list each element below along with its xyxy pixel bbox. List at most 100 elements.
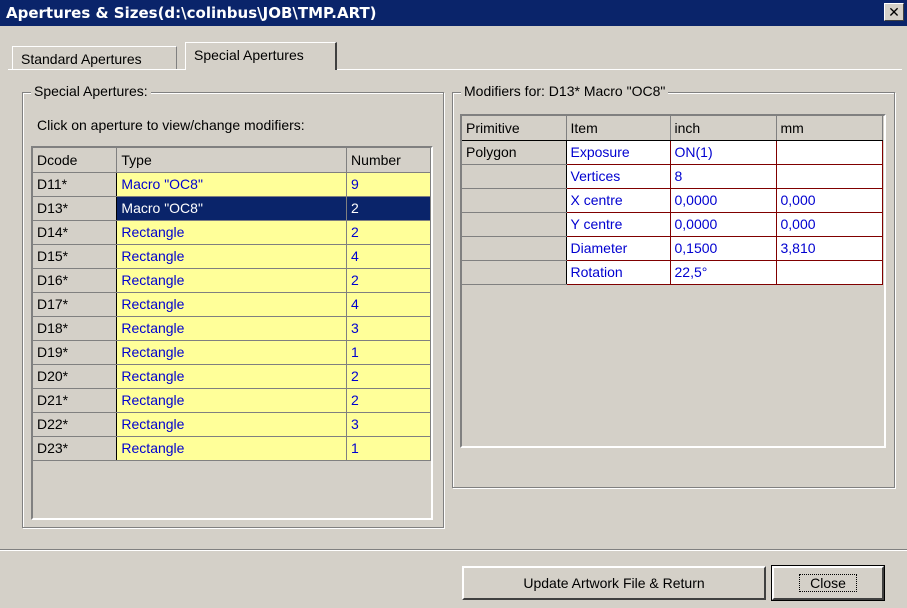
type-cell[interactable]: Rectangle bbox=[116, 340, 348, 365]
type-cell[interactable]: Rectangle bbox=[116, 436, 348, 461]
column-header-dcode[interactable]: Dcode bbox=[33, 148, 118, 173]
type-cell[interactable]: Rectangle bbox=[116, 316, 348, 341]
dcode-cell[interactable]: D18* bbox=[33, 316, 118, 341]
close-button[interactable]: Close bbox=[771, 565, 885, 601]
inch-cell[interactable]: 8 bbox=[670, 164, 777, 189]
table-row[interactable]: D21* Rectangle 2 bbox=[33, 388, 431, 413]
inch-cell[interactable]: 0,0000 bbox=[670, 188, 777, 213]
item-cell[interactable]: Diameter bbox=[566, 236, 671, 261]
column-header-number[interactable]: Number bbox=[346, 148, 431, 173]
item-cell[interactable]: Vertices bbox=[566, 164, 671, 189]
number-cell[interactable]: 2 bbox=[346, 196, 431, 221]
type-cell[interactable]: Rectangle bbox=[116, 364, 348, 389]
hint-text: Click on aperture to view/change modifie… bbox=[37, 117, 305, 133]
apertures-grid[interactable]: Dcode Type Number D11* Macro "OC8" 9 D13… bbox=[31, 146, 433, 520]
primitive-cell[interactable] bbox=[462, 188, 567, 213]
dcode-cell[interactable]: D23* bbox=[33, 436, 118, 461]
dcode-cell[interactable]: D22* bbox=[33, 412, 118, 437]
mm-cell[interactable] bbox=[776, 164, 883, 189]
item-cell[interactable]: Rotation bbox=[566, 260, 671, 285]
type-cell[interactable]: Rectangle bbox=[116, 412, 348, 437]
number-cell[interactable]: 4 bbox=[346, 244, 431, 269]
table-row[interactable]: D19* Rectangle 1 bbox=[33, 340, 431, 365]
number-cell[interactable]: 9 bbox=[346, 172, 431, 197]
dcode-cell[interactable]: D13* bbox=[33, 196, 118, 221]
number-cell[interactable]: 1 bbox=[346, 340, 431, 365]
table-row[interactable]: D23* Rectangle 1 bbox=[33, 436, 431, 461]
special-apertures-group-label: Special Apertures: bbox=[31, 83, 151, 99]
dcode-cell[interactable]: D14* bbox=[33, 220, 118, 245]
tab-special-apertures[interactable]: Special Apertures bbox=[185, 42, 337, 70]
dcode-cell[interactable]: D19* bbox=[33, 340, 118, 365]
inch-cell[interactable]: 0,1500 bbox=[670, 236, 777, 261]
dcode-cell[interactable]: D21* bbox=[33, 388, 118, 413]
modifiers-group-label: Modifiers for: D13* Macro "OC8" bbox=[461, 83, 669, 99]
primitive-cell[interactable]: Polygon bbox=[462, 140, 567, 165]
mm-cell[interactable] bbox=[776, 260, 883, 285]
inch-cell[interactable]: 0,0000 bbox=[670, 212, 777, 237]
type-cell[interactable]: Rectangle bbox=[116, 388, 348, 413]
table-row[interactable]: X centre 0,0000 0,000 bbox=[462, 188, 883, 213]
close-button-label: Close bbox=[799, 574, 857, 592]
mm-cell[interactable] bbox=[776, 140, 883, 165]
type-cell[interactable]: Rectangle bbox=[116, 292, 348, 317]
primitive-cell[interactable] bbox=[462, 212, 567, 237]
dcode-cell[interactable]: D17* bbox=[33, 292, 118, 317]
modifiers-grid[interactable]: Primitive Item inch mm Polygon Exposure … bbox=[460, 114, 886, 448]
update-artwork-button[interactable]: Update Artwork File & Return bbox=[462, 566, 766, 600]
table-row[interactable]: D22* Rectangle 3 bbox=[33, 412, 431, 437]
tab-standard-apertures[interactable]: Standard Apertures bbox=[12, 46, 177, 69]
mm-cell[interactable]: 0,000 bbox=[776, 212, 883, 237]
table-row[interactable]: D17* Rectangle 4 bbox=[33, 292, 431, 317]
table-row[interactable]: Y centre 0,0000 0,000 bbox=[462, 212, 883, 237]
table-header-row: Primitive Item inch mm bbox=[462, 116, 883, 141]
item-cell[interactable]: X centre bbox=[566, 188, 671, 213]
type-cell[interactable]: Rectangle bbox=[116, 268, 348, 293]
item-cell[interactable]: Exposure bbox=[566, 140, 671, 165]
table-row[interactable]: D20* Rectangle 2 bbox=[33, 364, 431, 389]
mm-cell[interactable]: 0,000 bbox=[776, 188, 883, 213]
dcode-cell[interactable]: D20* bbox=[33, 364, 118, 389]
table-row[interactable]: Polygon Exposure ON(1) bbox=[462, 140, 883, 165]
mm-cell[interactable]: 3,810 bbox=[776, 236, 883, 261]
table-row[interactable]: D16* Rectangle 2 bbox=[33, 268, 431, 293]
column-header-primitive[interactable]: Primitive bbox=[462, 116, 567, 141]
number-cell[interactable]: 2 bbox=[346, 388, 431, 413]
table-row[interactable]: D14* Rectangle 2 bbox=[33, 220, 431, 245]
type-cell[interactable]: Rectangle bbox=[116, 244, 348, 269]
close-icon[interactable]: ✕ bbox=[884, 3, 904, 21]
column-header-inch[interactable]: inch bbox=[670, 116, 777, 141]
item-cell[interactable]: Y centre bbox=[566, 212, 671, 237]
type-cell[interactable]: Macro "OC8" bbox=[116, 196, 348, 221]
table-row[interactable]: D18* Rectangle 3 bbox=[33, 316, 431, 341]
inch-cell[interactable]: ON(1) bbox=[670, 140, 777, 165]
type-cell[interactable]: Rectangle bbox=[116, 220, 348, 245]
apertures-table: Dcode Type Number D11* Macro "OC8" 9 D13… bbox=[33, 148, 431, 461]
column-header-item[interactable]: Item bbox=[566, 116, 671, 141]
dcode-cell[interactable]: D11* bbox=[33, 172, 118, 197]
primitive-cell[interactable] bbox=[462, 164, 567, 189]
inch-cell[interactable]: 22,5° bbox=[670, 260, 777, 285]
table-row[interactable]: Vertices 8 bbox=[462, 164, 883, 189]
number-cell[interactable]: 2 bbox=[346, 220, 431, 245]
number-cell[interactable]: 2 bbox=[346, 268, 431, 293]
primitive-cell[interactable] bbox=[462, 236, 567, 261]
modifiers-table: Primitive Item inch mm Polygon Exposure … bbox=[462, 116, 883, 285]
number-cell[interactable]: 2 bbox=[346, 364, 431, 389]
primitive-cell[interactable] bbox=[462, 260, 567, 285]
number-cell[interactable]: 3 bbox=[346, 412, 431, 437]
type-cell[interactable]: Macro "OC8" bbox=[116, 172, 348, 197]
table-row[interactable]: Rotation 22,5° bbox=[462, 260, 883, 285]
column-header-mm[interactable]: mm bbox=[776, 116, 883, 141]
number-cell[interactable]: 3 bbox=[346, 316, 431, 341]
number-cell[interactable]: 4 bbox=[346, 292, 431, 317]
table-row-selected[interactable]: D13* Macro "OC8" 2 bbox=[33, 196, 431, 221]
dcode-cell[interactable]: D15* bbox=[33, 244, 118, 269]
number-cell[interactable]: 1 bbox=[346, 436, 431, 461]
table-row[interactable]: Diameter 0,1500 3,810 bbox=[462, 236, 883, 261]
table-row[interactable]: D11* Macro "OC8" 9 bbox=[33, 172, 431, 197]
column-header-type[interactable]: Type bbox=[116, 148, 348, 173]
table-row[interactable]: D15* Rectangle 4 bbox=[33, 244, 431, 269]
table-header-row: Dcode Type Number bbox=[33, 148, 431, 173]
dcode-cell[interactable]: D16* bbox=[33, 268, 118, 293]
